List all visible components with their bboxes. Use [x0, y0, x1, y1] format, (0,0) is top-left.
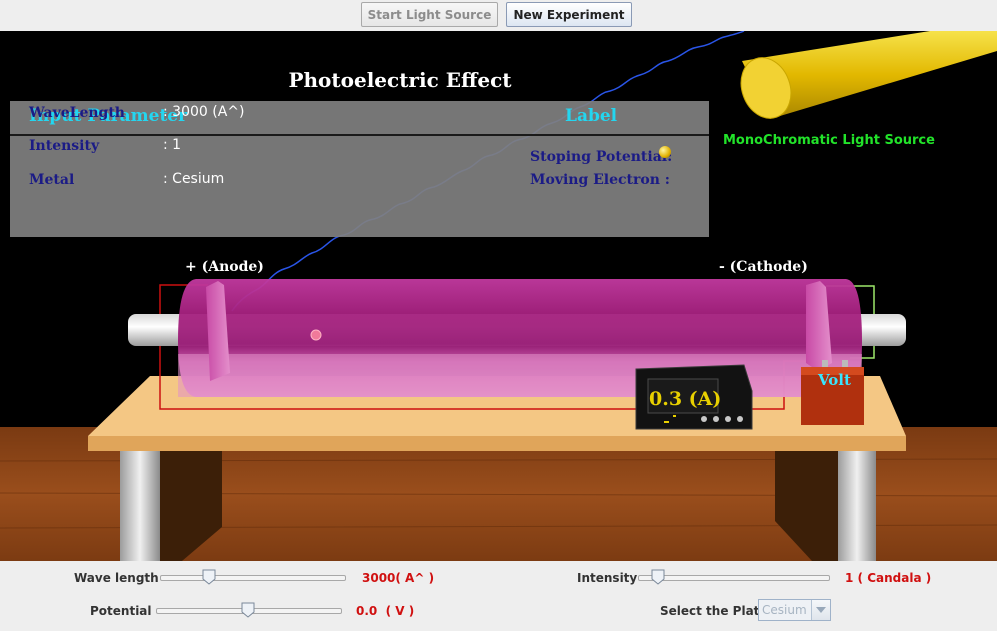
potential-value-text: 0.0 ( V ) — [356, 604, 415, 618]
voltmeter-label: Volt — [818, 371, 851, 389]
cathode-label: - (Cathode) — [719, 259, 808, 275]
control-panel: Wave length 3000( A^ ) Intensity 1 ( Can… — [0, 561, 997, 631]
metal-value: : Cesium — [163, 171, 225, 187]
potential-label: Potential — [90, 604, 152, 618]
intensity-label: Intensity — [577, 571, 638, 585]
intensity-key: Intensity — [29, 138, 100, 154]
ammeter-readout: 0.3 (A) — [649, 388, 722, 410]
new-experiment-button[interactable]: New Experiment — [506, 2, 632, 27]
stopping-potential-label: Stoping Potential: — [530, 149, 673, 165]
photoelectron — [310, 329, 322, 341]
intensity-slider-thumb[interactable] — [651, 569, 665, 585]
parameter-panel: Input Parameter Label WaveLength : 3000 … — [10, 101, 709, 237]
simulation-title: Photoelectric Effect — [288, 68, 512, 92]
wavelength-key: WaveLength — [29, 105, 125, 121]
wavelength-slider-track[interactable] — [160, 575, 346, 581]
intensity-slider-track[interactable] — [638, 575, 830, 581]
potential-slider-thumb[interactable] — [241, 602, 255, 618]
tube-reflection — [178, 354, 862, 397]
plate-select-value: Cesium — [762, 603, 807, 617]
wavelength-value-text: 3000( A^ ) — [362, 571, 435, 585]
panel-divider — [10, 134, 709, 136]
chevron-down-icon[interactable] — [811, 600, 830, 620]
wavelength-slider-thumb[interactable] — [202, 569, 216, 585]
table-leg-left — [120, 451, 160, 561]
table-leg-right — [838, 451, 876, 561]
plate-select[interactable]: Cesium — [758, 599, 831, 621]
yellow-ball-icon — [659, 146, 671, 158]
wavelength-value: : 3000 (A^) — [163, 104, 245, 120]
intensity-value: : 1 — [163, 137, 182, 153]
top-toolbar: Start Light Source New Experiment — [0, 0, 997, 31]
intensity-value-text: 1 ( Candala ) — [845, 571, 932, 585]
metal-key: Metal — [29, 172, 75, 188]
table-edge — [88, 436, 906, 451]
anode-label: + (Anode) — [185, 259, 264, 275]
start-light-source-button[interactable]: Start Light Source — [361, 2, 498, 27]
moving-electron-label: Moving Electron : — [530, 172, 670, 188]
label-header: Label — [565, 106, 618, 126]
simulation-viewport[interactable]: Photoelectric Effect Input Parameter Lab… — [0, 31, 997, 561]
light-source-cylinder — [740, 31, 997, 119]
wavelength-label: Wave length — [74, 571, 159, 585]
voltmeter — [801, 360, 864, 425]
plate-select-label: Select the Plate — [660, 604, 768, 618]
light-source-label: MonoChromatic Light Source — [723, 133, 935, 148]
